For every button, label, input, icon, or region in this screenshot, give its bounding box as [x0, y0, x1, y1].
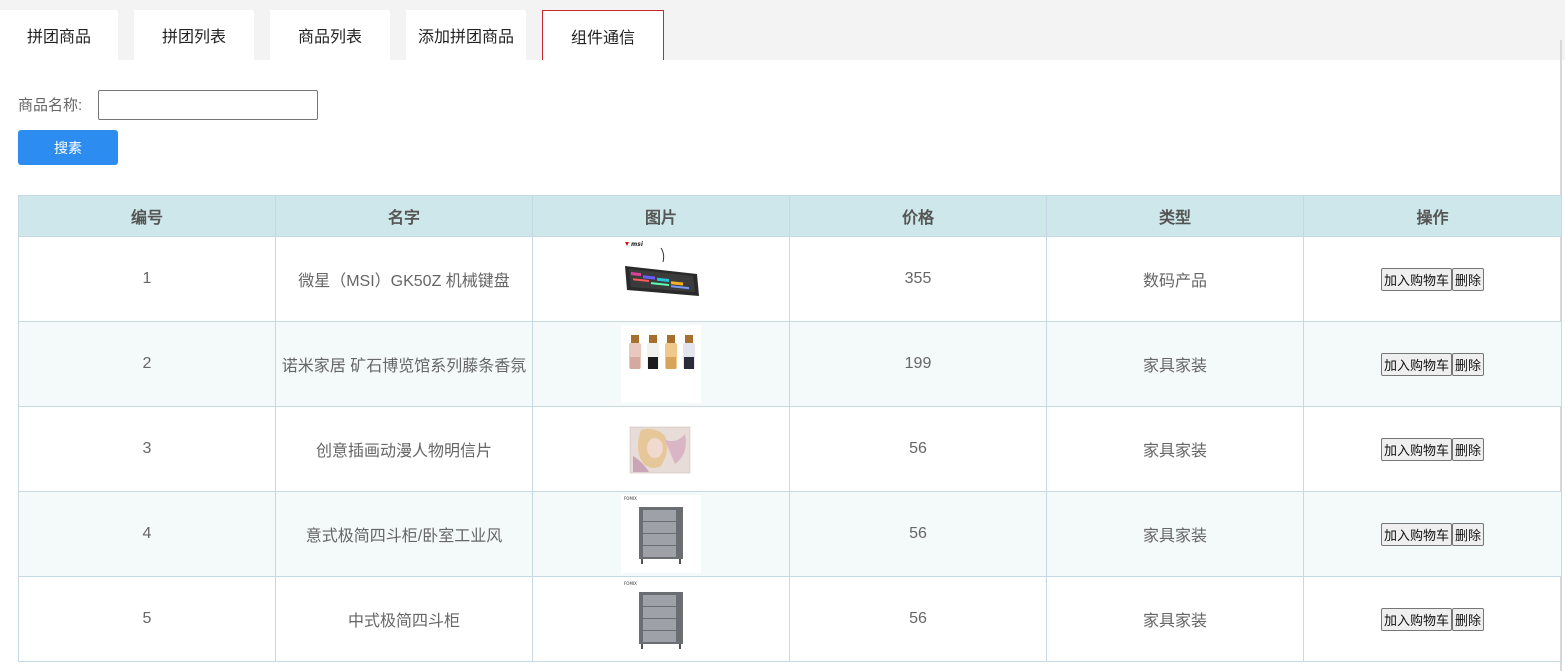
keyboard-image: msi	[625, 241, 699, 296]
cell-image: FOMIX	[532, 576, 790, 662]
tab-component-communication[interactable]: 组件通信	[542, 10, 664, 60]
search-button[interactable]: 搜素	[18, 130, 118, 165]
drawer-cabinet-image: FOMIX	[624, 581, 683, 649]
cell-name: 微星（MSI）GK50Z 机械键盘	[275, 236, 533, 322]
cell-image: FOMIX	[532, 491, 790, 577]
header-price: 价格	[789, 195, 1047, 237]
cell-name: 意式极简四斗柜/卧室工业风	[275, 491, 533, 577]
cell-actions: 加入购物车 删除	[1303, 406, 1562, 492]
add-to-cart-button[interactable]: 加入购物车	[1380, 437, 1452, 461]
cell-type: 家具家装	[1046, 491, 1304, 577]
cell-image	[532, 406, 790, 492]
tab-bar: 拼团商品 拼团列表 商品列表 添加拼团商品 组件通信	[0, 0, 1565, 60]
tab-group-list[interactable]: 拼团列表	[134, 10, 254, 60]
brand-logo-fomix: FOMIX	[624, 496, 637, 501]
tab-add-group-goods[interactable]: 添加拼团商品	[406, 10, 526, 60]
cell-image	[532, 321, 790, 407]
brand-logo-msi: msi	[631, 241, 644, 248]
add-to-cart-button[interactable]: 加入购物车	[1380, 522, 1452, 546]
add-to-cart-button[interactable]: 加入购物车	[1380, 607, 1452, 631]
cell-name: 中式极简四斗柜	[275, 576, 533, 662]
header-id: 编号	[18, 195, 276, 237]
anime-postcard-image	[629, 426, 691, 474]
add-to-cart-button[interactable]: 加入购物车	[1380, 267, 1452, 291]
goods-table: 编号 名字 图片 价格 类型 操作 1 微星（MSI）GK50Z 机械键盘 ms…	[18, 195, 1562, 662]
cell-image: msi	[532, 236, 790, 322]
cell-price: 56	[789, 406, 1047, 492]
cell-id: 3	[18, 406, 276, 492]
cell-actions: 加入购物车 删除	[1303, 491, 1562, 577]
drawer-cabinet-image: FOMIX	[621, 495, 701, 573]
delete-button[interactable]: 删除	[1452, 267, 1485, 291]
delete-button[interactable]: 删除	[1452, 522, 1485, 546]
delete-button[interactable]: 删除	[1452, 352, 1485, 376]
table-row: 3 创意插画动漫人物明信片 56 家具家装 加入购物车 删除	[18, 406, 1562, 492]
header-name: 名字	[275, 195, 533, 237]
cell-id: 4	[18, 491, 276, 577]
cell-id: 5	[18, 576, 276, 662]
delete-button[interactable]: 删除	[1452, 437, 1485, 461]
tab-goods-list[interactable]: 商品列表	[270, 10, 390, 60]
cell-type: 家具家装	[1046, 321, 1304, 407]
cell-id: 2	[18, 321, 276, 407]
table-row: 1 微星（MSI）GK50Z 机械键盘 msi 355 数码产品 加入购物车 删…	[18, 236, 1562, 322]
cell-price: 199	[789, 321, 1047, 407]
cell-actions: 加入购物车 删除	[1303, 236, 1562, 322]
table-row: 2 诺米家居 矿石博览馆系列藤条香氛 199 家具家装 加入购物车 删除	[18, 321, 1562, 407]
cell-type: 家具家装	[1046, 576, 1304, 662]
cell-price: 355	[789, 236, 1047, 322]
header-actions: 操作	[1303, 195, 1562, 237]
cell-price: 56	[789, 491, 1047, 577]
cell-type: 数码产品	[1046, 236, 1304, 322]
cell-id: 1	[18, 236, 276, 322]
cell-price: 56	[789, 576, 1047, 662]
search-input[interactable]	[98, 90, 318, 120]
cell-actions: 加入购物车 删除	[1303, 321, 1562, 407]
cell-name: 创意插画动漫人物明信片	[275, 406, 533, 492]
header-type: 类型	[1046, 195, 1304, 237]
brand-logo-fomix: FOMIX	[624, 581, 637, 586]
cell-actions: 加入购物车 删除	[1303, 576, 1562, 662]
header-image: 图片	[532, 195, 790, 237]
table-row: 5 中式极简四斗柜 FOMIX 56 家具家装 加入购物车 删除	[18, 576, 1562, 662]
delete-button[interactable]: 删除	[1452, 607, 1485, 631]
search-label: 商品名称:	[18, 97, 83, 114]
add-to-cart-button[interactable]: 加入购物车	[1380, 352, 1452, 376]
perfume-bottles-image	[621, 325, 701, 403]
tab-group-goods[interactable]: 拼团商品	[0, 10, 118, 60]
table-header-row: 编号 名字 图片 价格 类型 操作	[18, 195, 1562, 237]
table-row: 4 意式极简四斗柜/卧室工业风 FOMIX 56 家具家装 加入购物车 删除	[18, 491, 1562, 577]
cell-type: 家具家装	[1046, 406, 1304, 492]
cell-name: 诺米家居 矿石博览馆系列藤条香氛	[275, 321, 533, 407]
